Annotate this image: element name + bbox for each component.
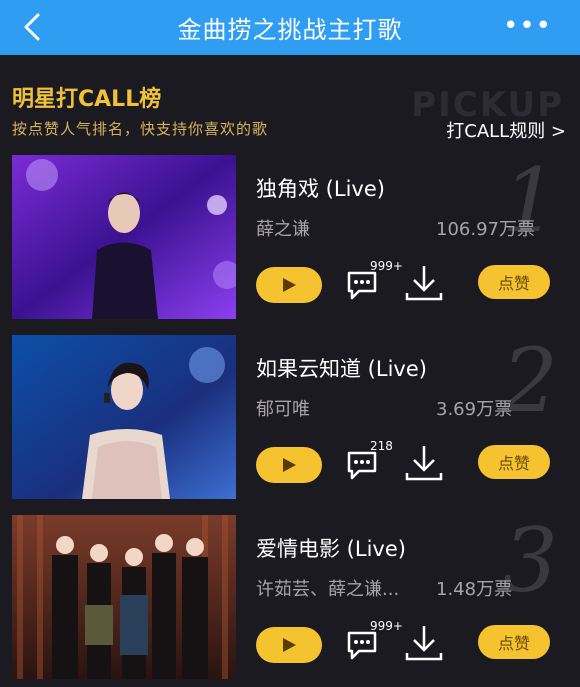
song-item: 1 独角戏 (Live) 薛之谦 106.97万票 999+ 点赞 bbox=[0, 149, 580, 327]
play-button[interactable] bbox=[256, 447, 322, 483]
back-arrow-icon[interactable] bbox=[18, 12, 48, 42]
comment-count: 999+ bbox=[370, 619, 403, 633]
like-button[interactable]: 点赞 bbox=[478, 265, 550, 299]
vote-count: 1.48万票 bbox=[436, 579, 513, 600]
top-bar: 金曲捞之挑战主打歌 ••• bbox=[0, 0, 580, 55]
play-icon bbox=[283, 638, 296, 652]
song-cover-image[interactable] bbox=[12, 155, 236, 319]
song-title[interactable]: 爱情电影 (Live) bbox=[256, 533, 406, 563]
like-button[interactable]: 点赞 bbox=[478, 445, 550, 479]
artist-name: 郁可唯 bbox=[256, 399, 310, 420]
comment-count: 218 bbox=[370, 439, 393, 453]
song-cover-image[interactable] bbox=[12, 335, 236, 499]
artist-name: 薛之谦 bbox=[256, 219, 310, 240]
vote-count: 3.69万票 bbox=[436, 399, 513, 420]
song-item: 3 爱情电影 (Live) 许茹芸、薛之谦... 1.48万票 999+ 点赞 bbox=[0, 509, 580, 687]
song-title[interactable]: 如果云知道 (Live) bbox=[256, 353, 427, 383]
vote-count: 106.97万票 bbox=[436, 219, 535, 240]
download-icon[interactable] bbox=[404, 623, 444, 663]
like-button[interactable]: 点赞 bbox=[478, 625, 550, 659]
comment-count: 999+ bbox=[370, 259, 403, 273]
section-subtitle: 按点赞人气排名，快支持你喜欢的歌 bbox=[12, 120, 269, 138]
call-rules-link[interactable]: 打CALL规则 > bbox=[446, 117, 566, 143]
chart-header: PICKUP 明星打CALL榜 按点赞人气排名，快支持你喜欢的歌 打CALL规则… bbox=[0, 55, 580, 150]
artist-name: 许茹芸、薛之谦... bbox=[256, 579, 400, 600]
more-options-icon[interactable]: ••• bbox=[503, 13, 552, 39]
download-icon[interactable] bbox=[404, 443, 444, 483]
play-button[interactable] bbox=[256, 627, 322, 663]
page-title: 金曲捞之挑战主打歌 bbox=[177, 16, 403, 44]
play-button[interactable] bbox=[256, 267, 322, 303]
play-icon bbox=[283, 458, 296, 472]
download-icon[interactable] bbox=[404, 263, 444, 303]
section-title: 明星打CALL榜 bbox=[12, 87, 162, 112]
song-title[interactable]: 独角戏 (Live) bbox=[256, 173, 385, 203]
song-cover-image[interactable] bbox=[12, 515, 236, 679]
play-icon bbox=[283, 278, 296, 292]
song-item: 2 如果云知道 (Live) 郁可唯 3.69万票 218 点赞 bbox=[0, 329, 580, 507]
